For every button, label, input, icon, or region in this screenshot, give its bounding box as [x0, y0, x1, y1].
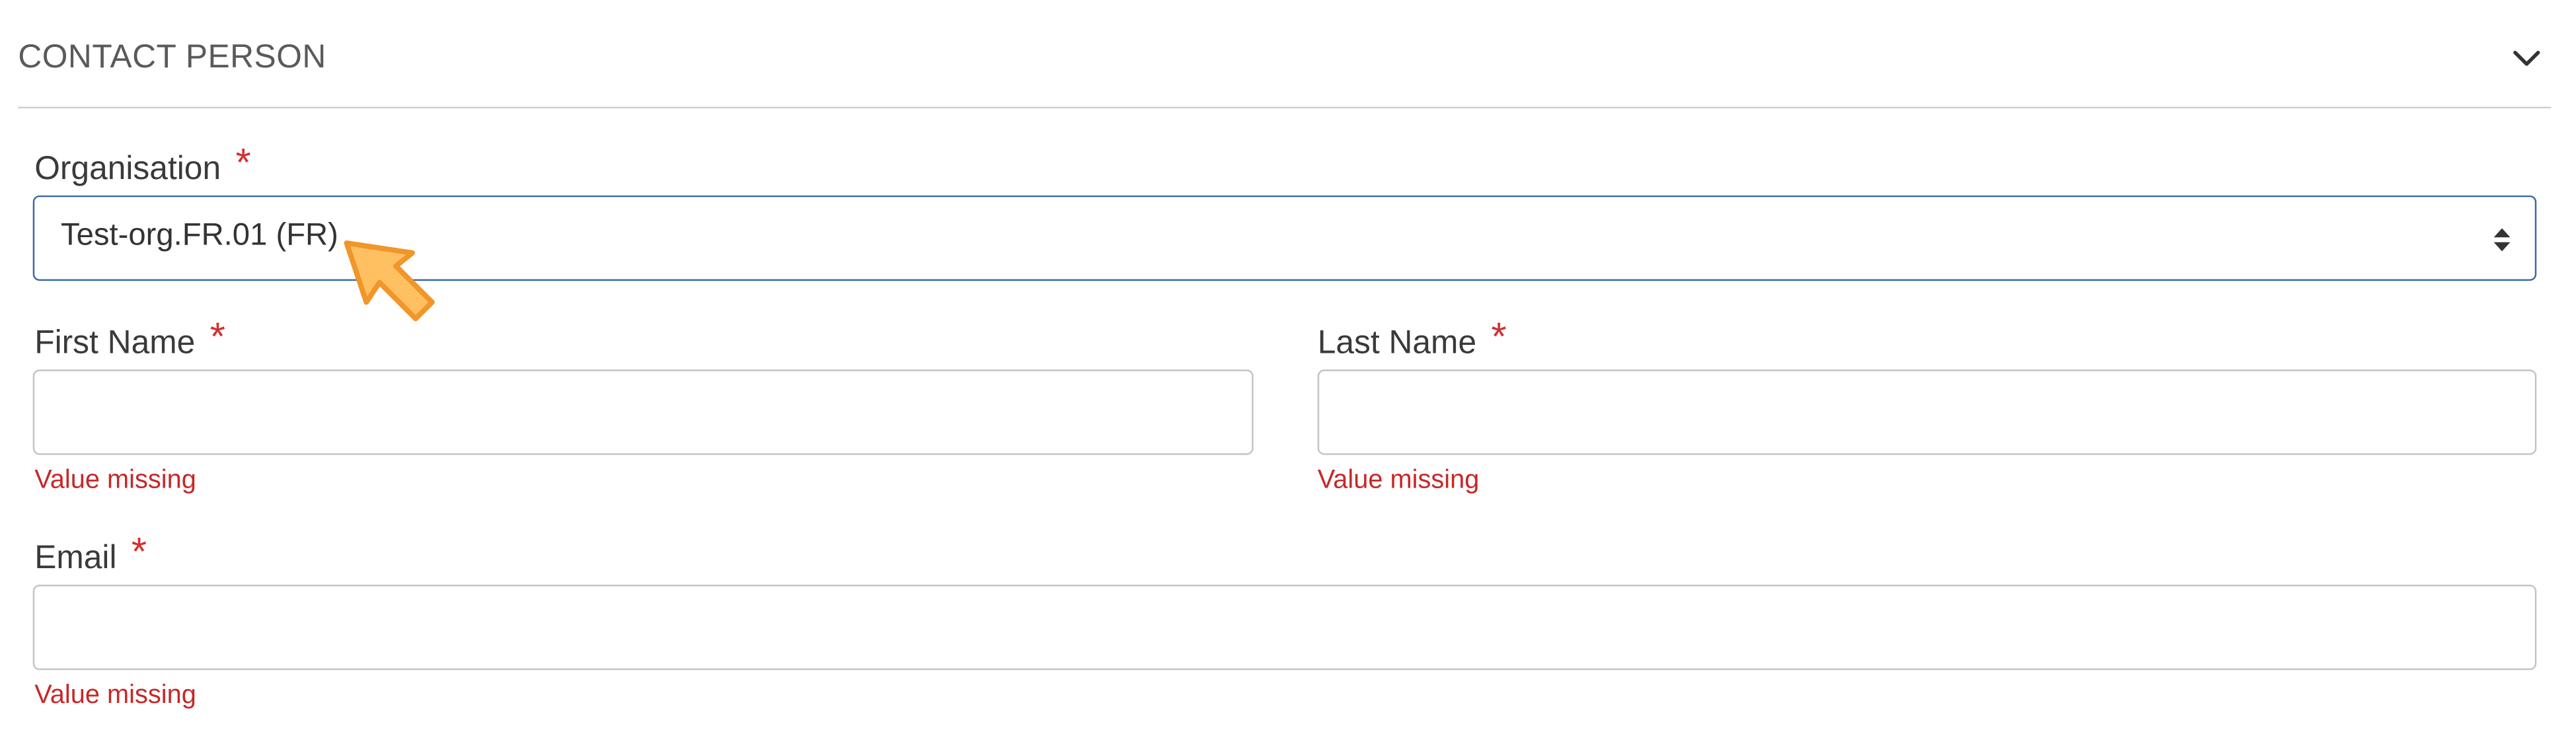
chevron-down-icon[interactable] — [2505, 36, 2548, 79]
email-label-text: Email — [34, 540, 117, 577]
section-header[interactable]: CONTACT PERSON — [18, 17, 2552, 109]
last-name-input[interactable] — [1317, 369, 2537, 455]
organisation-label: Organisation * — [34, 141, 251, 191]
section-title: CONTACT PERSON — [18, 39, 326, 76]
required-mark: * — [1491, 315, 1507, 360]
first-name-label: First Name * — [34, 315, 225, 365]
email-label: Email * — [34, 530, 147, 580]
last-name-label: Last Name * — [1317, 315, 1507, 365]
required-mark: * — [235, 141, 251, 186]
email-input[interactable] — [32, 584, 2537, 671]
required-mark: * — [131, 530, 147, 575]
email-error: Value missing — [34, 681, 196, 710]
last-name-label-text: Last Name — [1317, 325, 1477, 361]
last-name-error: Value missing — [1317, 466, 1480, 495]
organisation-select[interactable]: Test-org.FR.01 (FR) — [32, 195, 2537, 281]
first-name-label-text: First Name — [34, 325, 196, 361]
contact-person-form: CONTACT PERSON Organisation * Test-org.FR… — [0, 0, 2576, 731]
sort-arrows-icon — [2492, 225, 2512, 255]
first-name-error: Value missing — [34, 466, 196, 495]
organisation-selected-value: Test-org.FR.01 (FR) — [60, 218, 338, 253]
organisation-label-text: Organisation — [34, 151, 221, 188]
first-name-input[interactable] — [32, 369, 1254, 455]
required-mark: * — [209, 315, 225, 360]
